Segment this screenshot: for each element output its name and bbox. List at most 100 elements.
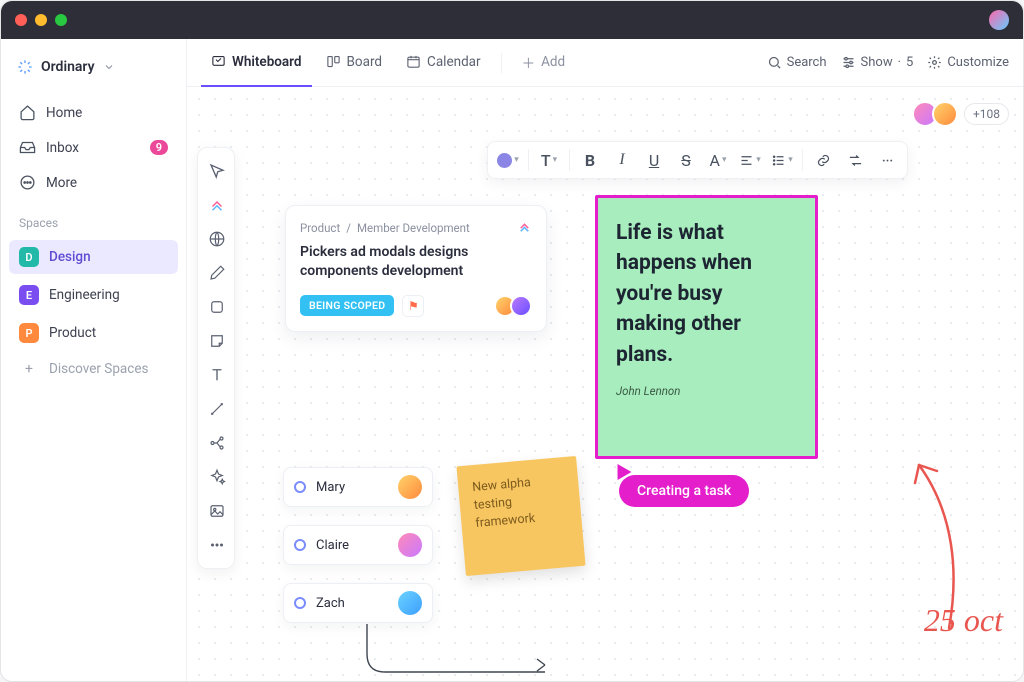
avatar xyxy=(398,475,422,499)
nav-more[interactable]: More xyxy=(9,167,178,198)
text-format-toolbar: ▾ T▾ B I U S A▾ ▾ ▾ xyxy=(487,141,908,179)
space-product[interactable]: P Product xyxy=(9,316,178,350)
gear-icon xyxy=(927,55,942,70)
dot-sep: · xyxy=(898,55,901,70)
tab-label: Calendar xyxy=(427,54,481,70)
nav-label: More xyxy=(46,175,77,191)
tool-sticky[interactable] xyxy=(198,324,236,358)
priority-flag-icon[interactable]: ⚑ xyxy=(402,295,424,317)
inbox-badge: 9 xyxy=(150,140,168,155)
text-color-button[interactable]: A▾ xyxy=(702,145,734,175)
task-item-zach[interactable]: Zach xyxy=(283,583,433,623)
close-window-icon[interactable] xyxy=(15,14,27,26)
text-style-button[interactable]: T▾ xyxy=(533,145,565,175)
tool-more[interactable] xyxy=(198,528,236,562)
inbox-icon xyxy=(19,139,36,156)
bold-button[interactable]: B xyxy=(574,145,606,175)
whiteboard-canvas[interactable]: +108 ▾ T▾ B I U S A▾ ▾ ▾ xyxy=(187,87,1023,681)
customize-label: Customize xyxy=(947,55,1009,70)
tool-select[interactable] xyxy=(198,154,236,188)
connector-arrow-icon xyxy=(357,621,567,681)
sticky-note[interactable]: New alpha testing framework xyxy=(456,456,585,576)
task-item-mary[interactable]: Mary xyxy=(283,467,433,507)
strike-button[interactable]: S xyxy=(670,145,702,175)
space-label: Engineering xyxy=(49,287,120,303)
list-button[interactable]: ▾ xyxy=(766,145,798,175)
app-logo-icon xyxy=(517,220,532,235)
spaces-section-label: Spaces xyxy=(9,202,178,236)
convert-button[interactable] xyxy=(839,145,871,175)
tool-web[interactable] xyxy=(198,222,236,256)
task-card[interactable]: Product / Member Development Pickers ad … xyxy=(285,205,547,332)
minimize-window-icon[interactable] xyxy=(35,14,47,26)
add-view-button[interactable]: ＋ Add xyxy=(512,39,576,87)
more-format-button[interactable] xyxy=(871,145,903,175)
nav-home[interactable]: Home xyxy=(9,97,178,128)
crumb-space[interactable]: Product xyxy=(300,221,340,235)
nav-label: Home xyxy=(46,105,82,121)
search-button[interactable]: Search xyxy=(767,55,827,70)
show-button[interactable]: Show · 5 xyxy=(841,55,914,70)
assignee-avatars[interactable] xyxy=(500,295,532,317)
search-label: Search xyxy=(787,55,827,70)
tool-connector[interactable] xyxy=(198,392,236,426)
tool-ai[interactable] xyxy=(198,460,236,494)
nav-label: Inbox xyxy=(46,140,79,156)
space-badge: D xyxy=(19,247,39,267)
tool-pen[interactable] xyxy=(198,256,236,290)
space-badge: P xyxy=(19,323,39,343)
workspace-switcher[interactable]: Ordinary xyxy=(9,53,178,81)
tool-text[interactable] xyxy=(198,358,236,392)
task-title: Pickers ad modals designs components dev… xyxy=(300,243,532,281)
plus-icon: ＋ xyxy=(522,52,536,72)
fill-color-button[interactable]: ▾ xyxy=(492,145,524,175)
show-label: Show xyxy=(861,55,893,70)
collaborator-avatars[interactable]: +108 xyxy=(918,101,1009,127)
divider xyxy=(569,149,570,171)
current-user-avatar[interactable] xyxy=(989,10,1009,30)
workspace-name: Ordinary xyxy=(41,59,95,75)
tool-shape[interactable] xyxy=(198,290,236,324)
view-tabs: Whiteboard Board Calendar ＋ Add xyxy=(187,39,1023,87)
space-label: Product xyxy=(49,325,96,341)
task-item-claire[interactable]: Claire xyxy=(283,525,433,565)
sidebar: Ordinary Home Inbox 9 More Spaces D Desi… xyxy=(1,39,187,681)
tab-calendar[interactable]: Calendar xyxy=(396,39,491,87)
titlebar xyxy=(1,1,1023,39)
tab-whiteboard[interactable]: Whiteboard xyxy=(201,39,312,87)
show-count: 5 xyxy=(906,55,913,70)
person-name: Claire xyxy=(316,538,349,553)
maximize-window-icon[interactable] xyxy=(55,14,67,26)
plus-icon: + xyxy=(19,361,39,377)
status-badge[interactable]: BEING SCOPED xyxy=(300,295,394,316)
tab-board[interactable]: Board xyxy=(316,39,393,87)
quote-author: John Lennon xyxy=(616,384,797,398)
workspace-logo-icon xyxy=(17,59,33,75)
underline-button[interactable]: U xyxy=(638,145,670,175)
space-engineering[interactable]: E Engineering xyxy=(9,278,178,312)
tool-clickup[interactable] xyxy=(198,188,236,222)
link-button[interactable] xyxy=(807,145,839,175)
space-badge: E xyxy=(19,285,39,305)
view-actions: Search Show · 5 Customize xyxy=(767,55,1009,70)
status-circle-icon xyxy=(294,481,306,493)
avatar-overflow[interactable]: +108 xyxy=(964,103,1009,125)
align-button[interactable]: ▾ xyxy=(734,145,766,175)
crumb-list[interactable]: Member Development xyxy=(357,221,470,235)
person-name: Zach xyxy=(316,596,345,611)
nav-inbox[interactable]: Inbox 9 xyxy=(9,132,178,163)
space-design[interactable]: D Design xyxy=(9,240,178,274)
status-circle-icon xyxy=(294,597,306,609)
quote-card[interactable]: Life is what happens when you're busy ma… xyxy=(595,195,818,459)
avatar xyxy=(398,533,422,557)
breadcrumb: Product / Member Development xyxy=(300,220,532,235)
main: Ordinary Home Inbox 9 More Spaces D Desi… xyxy=(1,39,1023,681)
customize-button[interactable]: Customize xyxy=(927,55,1009,70)
italic-button[interactable]: I xyxy=(606,145,638,175)
discover-spaces[interactable]: + Discover Spaces xyxy=(9,354,178,384)
tool-mindmap[interactable] xyxy=(198,426,236,460)
tool-image[interactable] xyxy=(198,494,236,528)
remote-cursor-label: Creating a task xyxy=(619,475,749,507)
person-name: Mary xyxy=(316,480,345,495)
chevron-down-icon xyxy=(103,61,115,73)
